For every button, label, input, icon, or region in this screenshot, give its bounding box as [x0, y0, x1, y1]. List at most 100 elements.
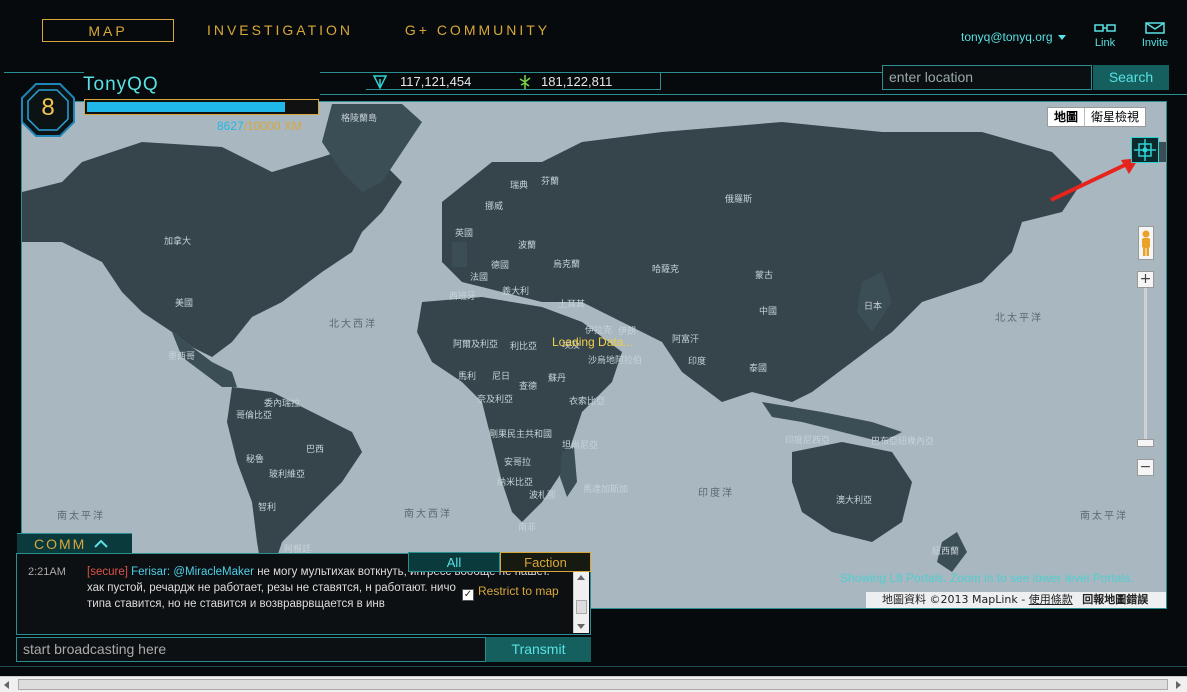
- transmit-button[interactable]: Transmit: [486, 637, 591, 662]
- street-view-pegman[interactable]: [1138, 226, 1154, 260]
- xm-max: /10000 XM: [243, 119, 302, 133]
- restrict-label: Restrict to map: [478, 584, 559, 598]
- map-label: 瑞典: [510, 181, 529, 191]
- comm-filter-all[interactable]: All: [408, 552, 500, 572]
- message-mention[interactable]: @MiracleMaker: [173, 566, 254, 578]
- comm-tab[interactable]: COMM: [17, 533, 132, 553]
- map-type-toggle: 地圖 衛星檢視: [1047, 107, 1147, 127]
- map-label: 格陵蘭島: [341, 114, 378, 124]
- link-button[interactable]: Link: [1087, 22, 1123, 49]
- map-type-satellite[interactable]: 衛星檢視: [1085, 108, 1145, 126]
- map-label: 沙烏地阿拉伯: [588, 356, 643, 366]
- map-view[interactable]: 格陵蘭島 瑞典 挪威 芬蘭 俄羅斯 英國 波蘭 德國 烏克蘭 法國 哈薩克 蒙古…: [21, 101, 1167, 609]
- map-label: 西班牙: [449, 292, 477, 302]
- map-label: 紐西蘭: [932, 547, 960, 557]
- map-label: 利比亞: [510, 342, 538, 352]
- restrict-to-map-toggle[interactable]: ✓ Restrict to map: [458, 581, 576, 601]
- map-label: 南非: [518, 523, 537, 533]
- map-label: 烏克蘭: [553, 260, 581, 270]
- location-search-input[interactable]: enter location: [882, 65, 1092, 90]
- horizontal-scroll-thumb[interactable]: [18, 679, 1168, 690]
- zoom-slider-track[interactable]: [1144, 288, 1147, 442]
- ocean-label: 南太平洋: [57, 511, 105, 522]
- crosshair-icon: [1134, 139, 1156, 161]
- map-label: 尼日: [492, 372, 511, 382]
- divider: [1168, 94, 1187, 95]
- tab-investigation[interactable]: INVESTIGATION: [200, 19, 360, 42]
- map-label: 中國: [759, 307, 778, 317]
- xm-bar: [84, 99, 319, 115]
- resistance-icon: [519, 75, 531, 89]
- zoom-slider-handle[interactable]: [1137, 439, 1154, 447]
- search-button[interactable]: Search: [1093, 65, 1169, 90]
- scroll-thumb[interactable]: [576, 600, 587, 614]
- tab-gplus-community[interactable]: G+ COMMUNITY: [395, 19, 560, 42]
- portal-level-notice: Showing L8 Portals. Zoom in to see lower…: [840, 571, 1134, 585]
- message-time: 2:21AM: [28, 566, 66, 578]
- map-label: 義大利: [502, 287, 530, 297]
- ocean-label: 南大西洋: [404, 509, 452, 520]
- link-label: Link: [1094, 37, 1116, 49]
- divider: [320, 94, 1168, 95]
- broadcast-input[interactable]: start broadcasting here: [16, 637, 486, 662]
- map-label: 芬蘭: [541, 177, 560, 187]
- enlightened-icon: [372, 75, 388, 90]
- map-label: 法國: [470, 273, 489, 283]
- resistance-score: 181,122,811: [541, 74, 613, 89]
- invite-label: Invite: [1141, 37, 1169, 49]
- ocean-label: 北太平洋: [995, 313, 1043, 324]
- map-label: 蒙古: [755, 271, 774, 281]
- page-horizontal-scrollbar[interactable]: [0, 676, 1187, 692]
- map-label: 智利: [258, 503, 277, 513]
- comm-tab-label: COMM: [34, 536, 87, 552]
- red-arrow-annotation: [1050, 158, 1139, 202]
- scroll-right-icon[interactable]: [1176, 681, 1181, 689]
- map-label: 哈薩克: [652, 265, 680, 275]
- account-menu[interactable]: tonyq@tonyq.org: [961, 30, 1066, 44]
- loading-indicator: Loading Data...: [552, 335, 634, 349]
- xm-current: 8627: [217, 119, 244, 133]
- map-label: 英國: [455, 229, 474, 239]
- map-label: 哥倫比亞: [236, 411, 273, 421]
- map-label: 波札那: [529, 491, 557, 501]
- scroll-down-icon[interactable]: [577, 624, 585, 629]
- zoom-out-button[interactable]: −: [1137, 459, 1154, 476]
- enlightened-score: 117,121,454: [400, 74, 472, 89]
- zoom-in-button[interactable]: +: [1137, 271, 1154, 288]
- map-label: 日本: [864, 302, 883, 312]
- report-error-link[interactable]: 回報地圖錯誤: [1082, 593, 1148, 606]
- map-label: 安哥拉: [504, 458, 532, 468]
- map-label: 美國: [175, 299, 194, 309]
- ocean-label: 北大西洋: [329, 319, 377, 330]
- ocean-label: 印度洋: [698, 488, 734, 499]
- map-attribution: 地圖資料 ©2013 MapLink - 使用條款 回報地圖錯誤: [866, 592, 1166, 608]
- tab-map[interactable]: MAP: [42, 19, 174, 42]
- restrict-checkbox[interactable]: ✓: [462, 589, 474, 601]
- player-name: TonyQQ: [83, 74, 159, 95]
- chevron-up-icon: [94, 539, 108, 548]
- map-label: 剛果民主共和國: [489, 430, 553, 440]
- map-type-map[interactable]: 地圖: [1048, 108, 1086, 126]
- scroll-left-icon[interactable]: [4, 681, 9, 689]
- map-label: 玻利維亞: [269, 470, 306, 480]
- player-level-badge: 8: [20, 82, 76, 142]
- invite-button[interactable]: Invite: [1137, 22, 1173, 49]
- message-sender[interactable]: Ferisar:: [131, 566, 170, 578]
- comm-filter-faction[interactable]: Faction: [500, 552, 591, 572]
- terms-link[interactable]: 使用條款: [1029, 593, 1073, 606]
- locate-me-button[interactable]: [1131, 137, 1159, 163]
- map-label: 巴布亞紐幾內亞: [871, 437, 935, 447]
- map-label: 墨西哥: [168, 352, 196, 362]
- divider: [0, 666, 1187, 667]
- account-email: tonyq@tonyq.org: [961, 30, 1053, 44]
- comm-scrollbar[interactable]: [573, 572, 589, 633]
- xm-bar-fill: [87, 102, 285, 112]
- map-label: 衣索比亞: [569, 397, 606, 407]
- map-label: 巴西: [306, 445, 325, 455]
- map-label: 加拿大: [164, 237, 192, 247]
- map-label: 土耳其: [558, 300, 586, 310]
- envelope-icon: [1145, 22, 1165, 34]
- map-label: 馬達加斯加: [583, 485, 629, 495]
- ocean-label: 南太平洋: [1080, 511, 1128, 522]
- scroll-up-icon[interactable]: [577, 575, 585, 580]
